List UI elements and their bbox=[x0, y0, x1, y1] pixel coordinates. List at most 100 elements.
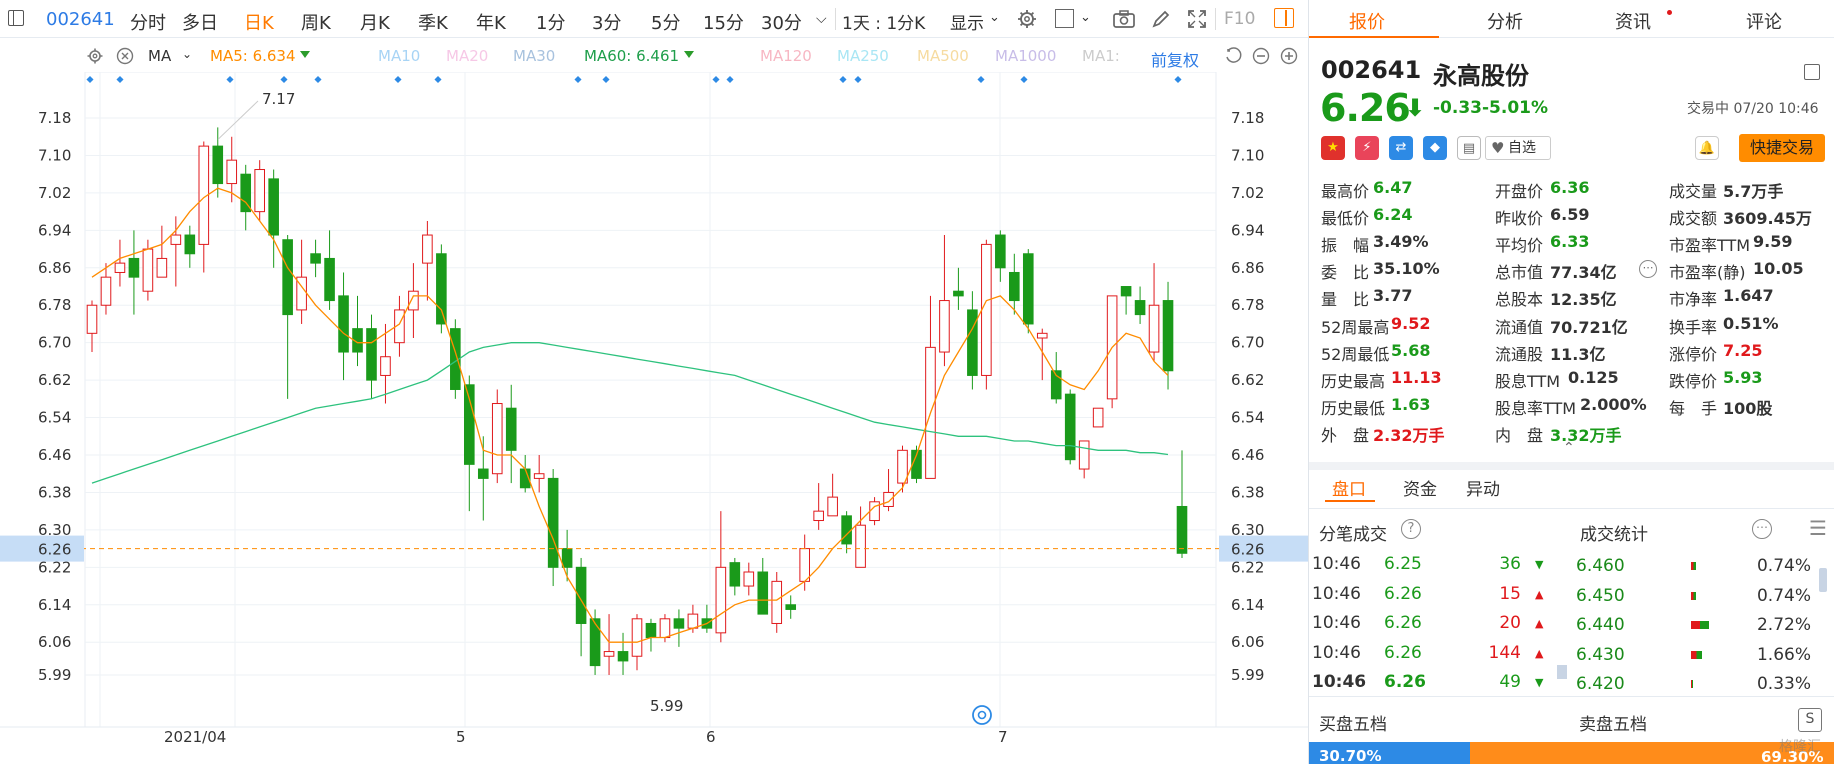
candle[interactable] bbox=[771, 572, 783, 633]
candle[interactable] bbox=[897, 445, 908, 493]
scrollbar-thumb[interactable] bbox=[1819, 568, 1827, 592]
candle[interactable] bbox=[1176, 450, 1188, 558]
collapse-chevron-icon[interactable]: ⌃ bbox=[1563, 440, 1575, 456]
zoom-in-icon[interactable] bbox=[1280, 47, 1298, 65]
candle[interactable] bbox=[673, 609, 685, 647]
candle[interactable] bbox=[282, 235, 293, 399]
event-marker-dot[interactable] bbox=[116, 75, 124, 84]
tab-analysis[interactable]: 分析 bbox=[1487, 8, 1523, 34]
period-tab-3min[interactable]: 3分 bbox=[592, 9, 621, 35]
period-tab-fenshi[interactable]: 分时 bbox=[130, 9, 166, 35]
ma-settings-icon[interactable] bbox=[86, 47, 104, 65]
event-marker-dot[interactable] bbox=[602, 75, 610, 84]
draw-pen-icon[interactable] bbox=[1150, 8, 1172, 30]
hot-icon[interactable]: ⚡ bbox=[1355, 136, 1379, 160]
event-marker-dot[interactable] bbox=[1020, 75, 1028, 84]
event-marker-dot[interactable] bbox=[1174, 75, 1182, 84]
candle[interactable] bbox=[575, 557, 587, 657]
candle[interactable] bbox=[338, 272, 349, 381]
candle[interactable] bbox=[827, 473, 838, 517]
candle[interactable] bbox=[352, 295, 363, 367]
period-tab-multiday[interactable]: 多日 bbox=[182, 9, 218, 35]
candle[interactable] bbox=[967, 291, 978, 390]
panel-menu-icon[interactable] bbox=[1804, 64, 1820, 80]
candle[interactable] bbox=[505, 384, 517, 484]
shuffle-icon[interactable]: ⇄ bbox=[1389, 136, 1413, 160]
event-marker-dot[interactable] bbox=[86, 75, 94, 84]
ma-chevron-icon[interactable]: ⌄ bbox=[182, 47, 192, 61]
candle[interactable] bbox=[268, 169, 279, 268]
tab-news[interactable]: 资讯 bbox=[1615, 8, 1651, 34]
list-view-icon[interactable]: ☰ bbox=[1809, 516, 1827, 540]
event-marker-dot[interactable] bbox=[726, 75, 734, 84]
candle[interactable] bbox=[995, 230, 1006, 282]
layout-chevron-icon[interactable]: ⌄ bbox=[1080, 10, 1091, 25]
display-menu[interactable]: 显示 bbox=[950, 9, 984, 34]
candle[interactable] bbox=[715, 511, 727, 643]
candle[interactable] bbox=[1036, 328, 1048, 381]
candle[interactable] bbox=[1120, 286, 1132, 315]
period-tab-year-k[interactable]: 年K bbox=[476, 9, 506, 35]
fullscreen-icon[interactable] bbox=[1186, 8, 1208, 30]
candle[interactable] bbox=[645, 618, 657, 652]
candle[interactable] bbox=[198, 141, 210, 273]
candle[interactable] bbox=[212, 127, 224, 198]
ma-close-icon[interactable] bbox=[116, 47, 134, 65]
period-tab-month-k[interactable]: 月K bbox=[360, 9, 390, 35]
bookmark-icon[interactable]: ▤ bbox=[1457, 136, 1481, 160]
event-marker-dot[interactable] bbox=[280, 75, 288, 84]
candle[interactable] bbox=[519, 455, 531, 493]
bell-icon[interactable]: 🔔 bbox=[1695, 136, 1719, 160]
candle[interactable] bbox=[184, 225, 196, 268]
candle[interactable] bbox=[114, 239, 126, 287]
candle[interactable] bbox=[547, 469, 559, 587]
ma-indicator-select[interactable]: MA bbox=[148, 47, 171, 65]
event-marker-dot[interactable] bbox=[839, 75, 847, 84]
s-icon[interactable]: S bbox=[1798, 708, 1822, 732]
candle[interactable] bbox=[939, 235, 950, 367]
candle[interactable] bbox=[1148, 263, 1160, 362]
candle[interactable] bbox=[86, 300, 98, 353]
candle[interactable] bbox=[1092, 407, 1104, 428]
period-more-chevron-icon[interactable]: ⌵ bbox=[816, 11, 827, 27]
candle[interactable] bbox=[813, 483, 824, 530]
toolbar-stock-code[interactable]: 002641 bbox=[46, 9, 115, 30]
candle[interactable] bbox=[561, 529, 573, 582]
more-info-icon[interactable]: ⋯ bbox=[1639, 260, 1657, 278]
candle[interactable] bbox=[464, 375, 475, 512]
candle[interactable] bbox=[1078, 440, 1090, 479]
candle[interactable] bbox=[589, 609, 601, 675]
tab-movement[interactable]: 异动 bbox=[1466, 475, 1500, 500]
period-tab-5min[interactable]: 5分 bbox=[651, 9, 680, 35]
candle[interactable] bbox=[841, 511, 852, 554]
candle[interactable] bbox=[408, 263, 419, 338]
candle[interactable] bbox=[422, 221, 433, 301]
period-tab-30min[interactable]: 30分 bbox=[761, 9, 802, 35]
tab-order-book[interactable]: 盘口 bbox=[1332, 475, 1366, 500]
event-marker-dot[interactable] bbox=[712, 75, 720, 84]
candle[interactable] bbox=[1162, 281, 1174, 390]
side-panel-icon[interactable] bbox=[1274, 8, 1294, 28]
candle[interactable] bbox=[1022, 249, 1034, 334]
candle[interactable] bbox=[310, 239, 321, 278]
candle[interactable] bbox=[533, 455, 545, 493]
locate-icon[interactable] bbox=[972, 705, 992, 725]
event-marker-dot[interactable] bbox=[314, 75, 322, 84]
tab-quote[interactable]: 报价 bbox=[1349, 8, 1385, 34]
candlestick-chart[interactable]: 7.18 7.18 7.10 7.10 7.02 7.02 6.94 6.94 6.86 6.86… bbox=[0, 72, 1308, 764]
candle[interactable] bbox=[128, 230, 140, 315]
candle[interactable] bbox=[240, 164, 252, 231]
undo-icon[interactable] bbox=[1225, 47, 1243, 65]
candle[interactable] bbox=[324, 230, 335, 310]
candle[interactable] bbox=[617, 632, 629, 675]
candle[interactable] bbox=[869, 497, 880, 526]
candle[interactable] bbox=[799, 534, 810, 591]
f10-button[interactable]: F10 bbox=[1224, 9, 1255, 29]
period-tab-week-k[interactable]: 周K bbox=[301, 9, 331, 35]
candle[interactable] bbox=[981, 239, 992, 390]
event-marker-dot[interactable] bbox=[977, 75, 985, 84]
candle[interactable] bbox=[603, 614, 615, 675]
candle[interactable] bbox=[785, 595, 797, 619]
event-marker-dot[interactable] bbox=[434, 75, 442, 84]
quick-trade-button[interactable]: 快捷交易 bbox=[1739, 134, 1825, 162]
